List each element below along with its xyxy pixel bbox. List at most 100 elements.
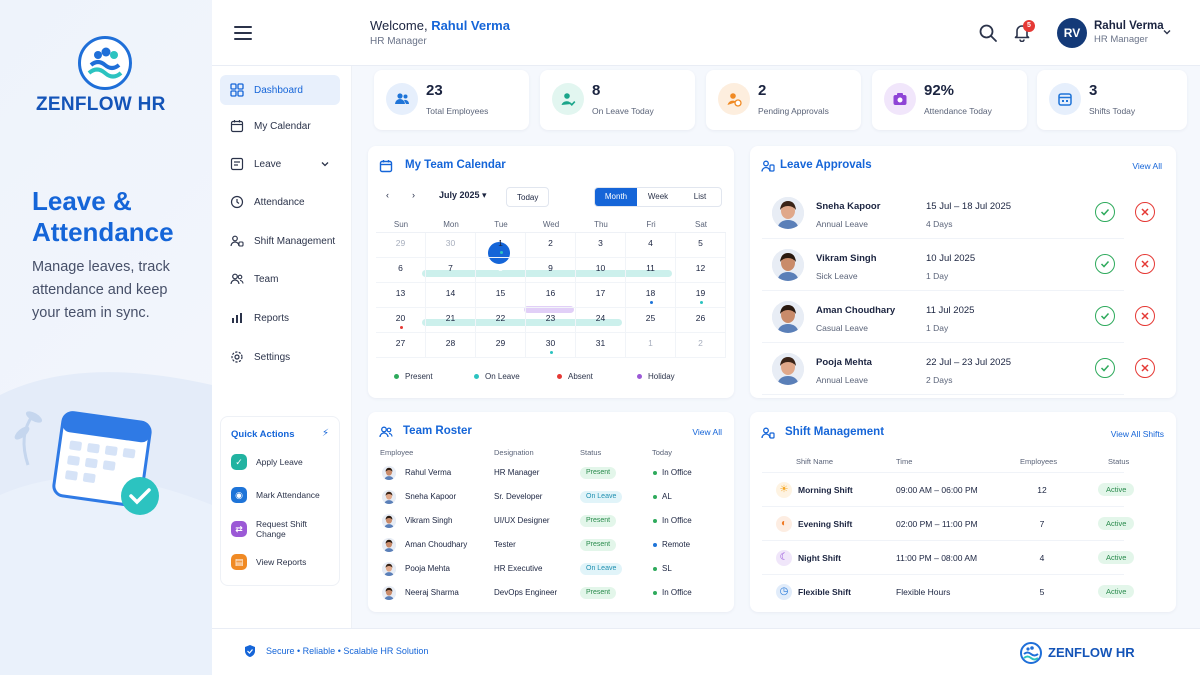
approve-button[interactable] xyxy=(1095,254,1115,274)
reject-button[interactable] xyxy=(1135,358,1155,378)
quick-action-mark-attendance[interactable]: ◉ Mark Attendance xyxy=(231,486,320,504)
employee-name: Pooja Mehta xyxy=(816,357,872,368)
today-button[interactable]: Today xyxy=(506,187,550,207)
approve-button[interactable] xyxy=(1095,202,1115,222)
table-row[interactable]: Rahul Verma HR Manager Present In Office xyxy=(368,461,728,485)
sidebar-item-shift-management[interactable]: Shift Management xyxy=(220,226,340,256)
sidebar-item-my-calendar[interactable]: My Calendar xyxy=(220,111,340,141)
calendar-day-cell[interactable]: 10 xyxy=(576,258,626,283)
calendar-day-cell[interactable]: 21 xyxy=(426,308,476,333)
calendar-day-cell[interactable]: 3 xyxy=(576,233,626,258)
calendar-day-cell[interactable]: 30 xyxy=(426,233,476,258)
calendar-day-cell[interactable]: 4 xyxy=(626,233,676,258)
stat-card-attendance-today[interactable]: 92% Attendance Today xyxy=(872,70,1027,130)
sidebar-item-team[interactable]: Team xyxy=(220,264,340,294)
sidebar-item-label: Attendance xyxy=(254,196,305,208)
view-month-button[interactable]: Month xyxy=(595,188,637,206)
calendar-day-cell[interactable]: 27 xyxy=(376,333,426,358)
reject-button[interactable] xyxy=(1135,202,1155,222)
calendar-day-cell[interactable]: 30 xyxy=(526,333,576,358)
stat-value: 8 xyxy=(592,82,601,99)
calendar-day-cell[interactable]: 5 xyxy=(676,233,726,258)
stat-label: On Leave Today xyxy=(592,106,654,116)
legend-holiday: Holiday xyxy=(637,372,675,381)
chevron-right-icon[interactable]: › xyxy=(412,190,415,200)
table-row[interactable]: Pooja Mehta HR Executive On Leave SL xyxy=(368,557,728,581)
table-row[interactable]: ☾ Night Shift 11:00 PM – 08:00 AM 4 Acti… xyxy=(762,540,1135,574)
stat-card-pending-approvals[interactable]: 2 Pending Approvals xyxy=(706,70,861,130)
calendar-day-cell[interactable]: 9 xyxy=(526,258,576,283)
reject-button[interactable] xyxy=(1135,254,1155,274)
calendar-day-cell[interactable]: 11 xyxy=(626,258,676,283)
calendar-day-cell[interactable]: 22 xyxy=(476,308,526,333)
avatar xyxy=(772,301,804,333)
calendar-day-cell[interactable]: 6 xyxy=(376,258,426,283)
approve-button[interactable] xyxy=(1095,358,1115,378)
calendar-day-cell[interactable]: 2 xyxy=(676,333,726,358)
roster-view-all-link[interactable]: View All xyxy=(692,427,722,437)
calendar-day-cell[interactable]: 28 xyxy=(426,333,476,358)
calendar-day-cell[interactable]: 15 xyxy=(476,283,526,308)
calendar-day-cell[interactable]: 13 xyxy=(376,283,426,308)
calendar-day-cell[interactable]: 8 xyxy=(476,258,526,283)
table-row[interactable]: ◷ Flexible Shift Flexible Hours 5 Active xyxy=(762,574,1135,608)
calendar-day-cell[interactable]: 1 xyxy=(626,333,676,358)
table-row[interactable]: Neeraj Sharma DevOps Engineer Present In… xyxy=(368,581,728,605)
view-list-button[interactable]: List xyxy=(679,188,721,206)
chevron-down-icon[interactable] xyxy=(320,159,330,169)
approvals-view-all-link[interactable]: View All xyxy=(1132,161,1162,171)
calendar-day-cell[interactable]: 17 xyxy=(576,283,626,308)
stat-card-total-employees[interactable]: 23 Total Employees xyxy=(374,70,529,130)
quick-action-apply-leave[interactable]: ✓ Apply Leave xyxy=(231,453,303,471)
calendar-day-cell[interactable]: 25 xyxy=(626,308,676,333)
quick-action-view-reports[interactable]: ▤ View Reports xyxy=(231,553,306,571)
table-row[interactable]: Aman Choudhary Tester Present Remote xyxy=(368,533,728,557)
calendar-day-cell[interactable]: 14 xyxy=(426,283,476,308)
calendar-day-cell[interactable]: 19 xyxy=(676,283,726,308)
table-row[interactable]: ◐ Evening Shift 02:00 PM – 11:00 PM 7 Ac… xyxy=(762,506,1135,540)
search-icon[interactable] xyxy=(978,23,998,43)
users-icon xyxy=(230,235,244,247)
chevron-down-icon[interactable] xyxy=(1162,27,1172,37)
calendar-day-cell[interactable]: 16 xyxy=(526,283,576,308)
quick-action-request-shift-change[interactable]: ⇄ Request Shift Change xyxy=(231,519,339,539)
calendar-day-cell[interactable]: 18 xyxy=(626,283,676,308)
view-all-shifts-link[interactable]: View All Shifts xyxy=(1111,429,1164,439)
table-row[interactable]: ☀ Morning Shift 09:00 AM – 06:00 PM 12 A… xyxy=(762,472,1135,506)
sidebar-item-leave[interactable]: Leave xyxy=(220,149,340,179)
chevron-left-icon[interactable]: ‹ xyxy=(386,190,389,200)
calendar-day-cell[interactable]: 31 xyxy=(576,333,626,358)
column-header: Shift Name xyxy=(796,457,834,466)
status-badge: Active xyxy=(1098,551,1135,564)
calendar-day-cell[interactable]: 23 xyxy=(526,308,576,333)
employee-name: Sneha Kapoor xyxy=(816,201,881,212)
calendar-day-cell[interactable]: 20 xyxy=(376,308,426,333)
profile-name[interactable]: Rahul Verma xyxy=(1094,20,1164,32)
calendar-day-cell[interactable]: 2 xyxy=(526,233,576,258)
calendar-day-cell[interactable]: 29 xyxy=(476,333,526,358)
calendar-day-cell[interactable]: 1 xyxy=(476,233,526,258)
avatar[interactable]: RV xyxy=(1057,18,1087,48)
sidebar-item-dashboard[interactable]: Dashboard xyxy=(220,75,340,105)
calendar-day-cell[interactable]: 24 xyxy=(576,308,626,333)
calendar-day-cell[interactable]: 12 xyxy=(676,258,726,283)
sidebar-item-attendance[interactable]: Attendance xyxy=(220,187,340,217)
status-dot xyxy=(653,567,657,571)
table-row[interactable]: Sneha Kapoor Sr. Developer On Leave AL xyxy=(368,485,728,509)
approve-button[interactable] xyxy=(1095,306,1115,326)
calendar-day-cell[interactable]: 7 xyxy=(426,258,476,283)
sidebar-item-reports[interactable]: Reports xyxy=(220,303,340,333)
month-selector[interactable]: July 2025 ▾ xyxy=(439,190,487,201)
stat-card-on-leave[interactable]: 8 On Leave Today xyxy=(540,70,695,130)
calendar-grid: 29 30 1 2 3 4 5 6 7 8 9 10 11 12 13 14 15 16 17 18 19 20 21 22 2… xyxy=(376,232,726,358)
reject-button[interactable] xyxy=(1135,306,1155,326)
menu-icon[interactable] xyxy=(234,26,252,40)
calendar-day-cell[interactable]: 29 xyxy=(376,233,426,258)
status-badge: Present xyxy=(580,587,617,599)
calendar-day-cell[interactable]: 26 xyxy=(676,308,726,333)
sidebar-item-settings[interactable]: Settings xyxy=(220,342,340,372)
lightning-icon: ⚡ xyxy=(321,428,329,439)
stat-card-shifts-today[interactable]: 3 Shifts Today xyxy=(1037,70,1187,130)
table-row[interactable]: Vikram Singh UI/UX Designer Present In O… xyxy=(368,509,728,533)
view-week-button[interactable]: Week xyxy=(637,188,679,206)
